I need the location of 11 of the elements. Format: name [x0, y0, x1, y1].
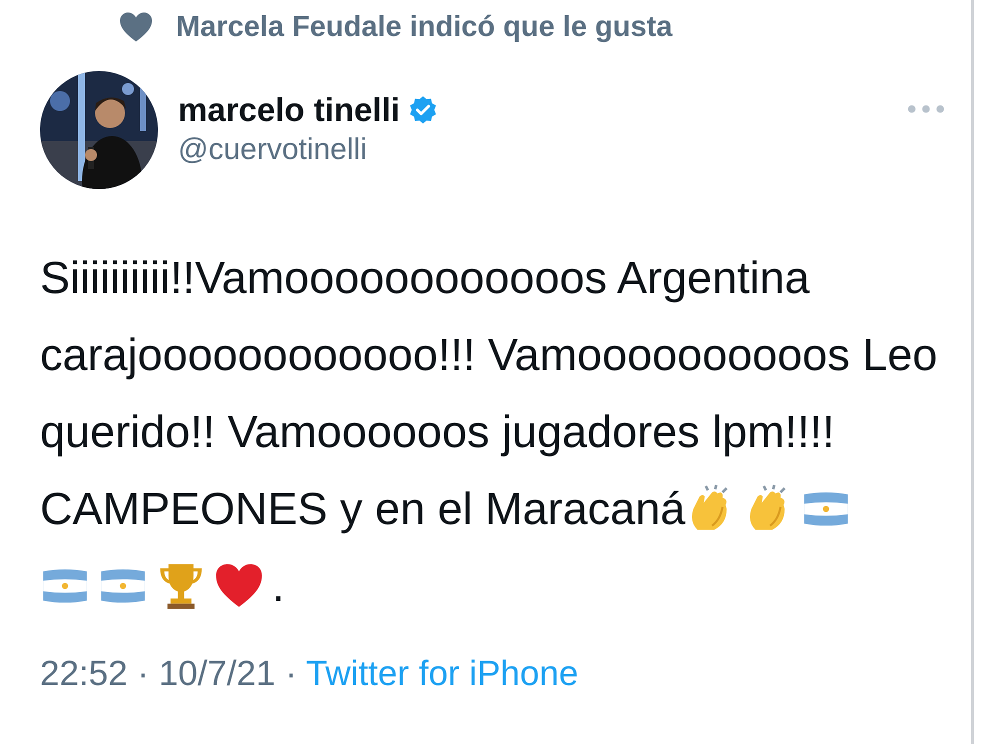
tweet-text: .	[272, 560, 285, 612]
heart-icon	[118, 11, 154, 43]
tweet-text: CAMPEONES y en el Maracaná	[40, 482, 686, 534]
timestamp: 22:52 · 10/7/21 ·	[40, 654, 298, 693]
tweet-text: carajoooooooooooo!!! Vamoooooooooos Leo	[40, 328, 938, 380]
source-link[interactable]: Twitter for iPhone	[306, 654, 578, 693]
liked-by-text: Marcela Feudale indicó que le gusta	[176, 10, 672, 44]
author-handle[interactable]: @cuervotinelli	[178, 133, 907, 167]
author-name[interactable]: marcelo tinelli	[178, 91, 400, 129]
tweet-text: querido!! Vamoooooos jugadores lpm!!!!	[40, 406, 835, 458]
tweet-text: Siiiiiiiiii!!Vamoooooooooooos Argentina	[40, 252, 810, 304]
